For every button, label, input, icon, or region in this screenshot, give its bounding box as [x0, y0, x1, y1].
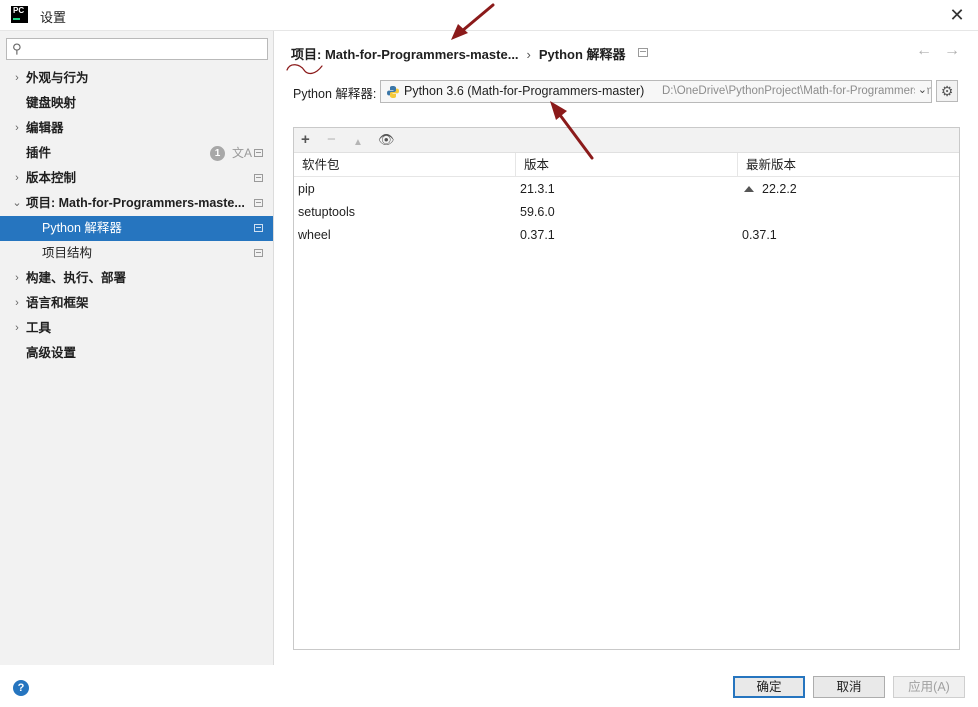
table-row[interactable]: setuptools 59.6.0	[294, 201, 959, 224]
search-icon: ⚲	[12, 41, 22, 56]
interpreter-label: Python 解释器:	[293, 87, 377, 101]
sidebar-item-label: 项目: Math-for-Programmers-maste...	[26, 196, 245, 210]
sidebar-item-label: Python 解释器	[42, 221, 122, 235]
packages-toolbar: + − ▲ 👁	[294, 128, 959, 153]
project-scope-icon	[254, 199, 263, 207]
interpreter-dropdown[interactable]: Python 3.6 (Math-for-Programmers-master)…	[380, 80, 932, 103]
settings-sidebar: ⚲ › 外观与行为 键盘映射 › 编辑器 插件 1 文A › 版本控制 ⌄ 项目…	[0, 31, 274, 665]
package-latest-value: 22.2.2	[762, 182, 797, 196]
upgrade-available-icon	[744, 186, 754, 192]
sidebar-item-plugins[interactable]: 插件 1 文A	[0, 141, 273, 166]
show-early-releases-icon[interactable]: 👁	[378, 131, 395, 149]
cancel-button[interactable]: 取消	[813, 676, 885, 698]
project-scope-icon	[254, 224, 263, 232]
column-header-latest[interactable]: 最新版本	[738, 153, 959, 177]
sidebar-item-appearance[interactable]: › 外观与行为	[0, 66, 273, 91]
sidebar-item-project[interactable]: ⌄ 项目: Math-for-Programmers-maste...	[0, 191, 273, 216]
chevron-right-icon: ›	[15, 297, 19, 309]
title-bar: PC 设置 ✕	[0, 0, 978, 31]
close-icon[interactable]: ✕	[942, 3, 972, 27]
translate-icon: 文A	[232, 146, 253, 160]
package-name: setuptools	[298, 205, 355, 219]
apply-button[interactable]: 应用(A)	[893, 676, 965, 698]
chevron-right-icon: ›	[15, 122, 19, 134]
search-input[interactable]: ⚲	[6, 38, 268, 60]
column-header-version[interactable]: 版本	[516, 153, 738, 177]
sidebar-item-label: 工具	[26, 321, 52, 335]
pycharm-logo-icon: PC	[11, 6, 28, 23]
table-row[interactable]: pip 21.3.1 22.2.2	[294, 178, 959, 201]
sidebar-item-label: 构建、执行、部署	[26, 271, 127, 285]
annotation-underline	[286, 64, 323, 75]
breadcrumb: 项目: Math-for-Programmers-maste... › Python…	[291, 44, 626, 63]
project-scope-icon	[254, 249, 263, 257]
sidebar-item-label: 版本控制	[26, 171, 77, 185]
sidebar-item-python-interpreter[interactable]: Python 解释器	[0, 216, 273, 241]
chevron-right-icon: ›	[15, 72, 19, 84]
breadcrumb-project[interactable]: 项目: Math-for-Programmers-maste...	[291, 47, 519, 62]
sidebar-item-tools[interactable]: › 工具	[0, 316, 273, 341]
chevron-down-icon: ⌄	[12, 197, 22, 209]
upgrade-package-icon[interactable]: ▲	[353, 134, 363, 152]
sidebar-item-languages[interactable]: › 语言和框架	[0, 291, 273, 316]
sidebar-item-build[interactable]: › 构建、执行、部署	[0, 266, 273, 291]
project-scope-icon	[254, 174, 263, 182]
chevron-right-icon: ›	[15, 272, 19, 284]
sidebar-item-label: 项目结构	[42, 246, 93, 260]
package-version: 0.37.1	[520, 228, 555, 242]
package-version: 21.3.1	[520, 182, 555, 196]
back-arrow-icon[interactable]: ←	[916, 42, 932, 60]
sidebar-item-project-structure[interactable]: 项目结构	[0, 241, 273, 266]
chevron-right-icon: ›	[15, 322, 19, 334]
chevron-right-icon: ›	[15, 172, 19, 184]
package-latest: 0.37.1	[742, 228, 777, 242]
breadcrumb-page: Python 解释器	[538, 47, 626, 62]
package-version: 59.6.0	[520, 205, 555, 219]
packages-table-panel: + − ▲ 👁 软件包 版本 最新版本 pip 21.3.1 22.2.2 se…	[293, 127, 960, 650]
python-icon	[387, 86, 399, 98]
package-latest: 22.2.2	[744, 178, 797, 201]
table-row[interactable]: wheel 0.37.1 0.37.1	[294, 224, 959, 247]
ok-button[interactable]: 确定	[733, 676, 805, 698]
sidebar-item-label: 编辑器	[26, 121, 64, 135]
column-header-package[interactable]: 软件包	[294, 153, 516, 177]
sidebar-item-label: 外观与行为	[26, 71, 89, 85]
sidebar-item-vcs[interactable]: › 版本控制	[0, 166, 273, 191]
window-title: 设置	[40, 10, 67, 25]
add-package-icon[interactable]: +	[301, 131, 310, 149]
interpreter-path: D:\OneDrive\PythonProject\Math-for-Progr…	[662, 85, 931, 97]
sidebar-item-keymap[interactable]: 键盘映射	[0, 91, 273, 116]
project-scope-icon	[254, 149, 263, 157]
table-header: 软件包 版本 最新版本	[294, 153, 959, 177]
chevron-down-icon: ⌄	[914, 83, 927, 96]
help-icon[interactable]: ?	[13, 680, 29, 696]
sidebar-item-editor[interactable]: › 编辑器	[0, 116, 273, 141]
remove-package-icon[interactable]: −	[327, 131, 336, 149]
project-scope-icon	[638, 48, 648, 57]
update-count-badge: 1	[210, 146, 225, 161]
sidebar-item-label: 键盘映射	[26, 96, 77, 110]
breadcrumb-separator-icon: ›	[526, 47, 531, 62]
interpreter-name: Python 3.6 (Math-for-Programmers-master)	[404, 84, 645, 98]
sidebar-item-advanced[interactable]: 高级设置	[0, 341, 273, 366]
sidebar-item-label: 语言和框架	[26, 296, 89, 310]
package-name: pip	[298, 182, 315, 196]
package-name: wheel	[298, 228, 331, 242]
annotation-arrowhead-mid	[550, 101, 567, 120]
sidebar-item-label: 插件	[26, 146, 52, 160]
gear-icon[interactable]: ⚙	[936, 80, 958, 102]
forward-arrow-icon[interactable]: →	[944, 42, 960, 60]
sidebar-item-label: 高级设置	[26, 346, 77, 360]
